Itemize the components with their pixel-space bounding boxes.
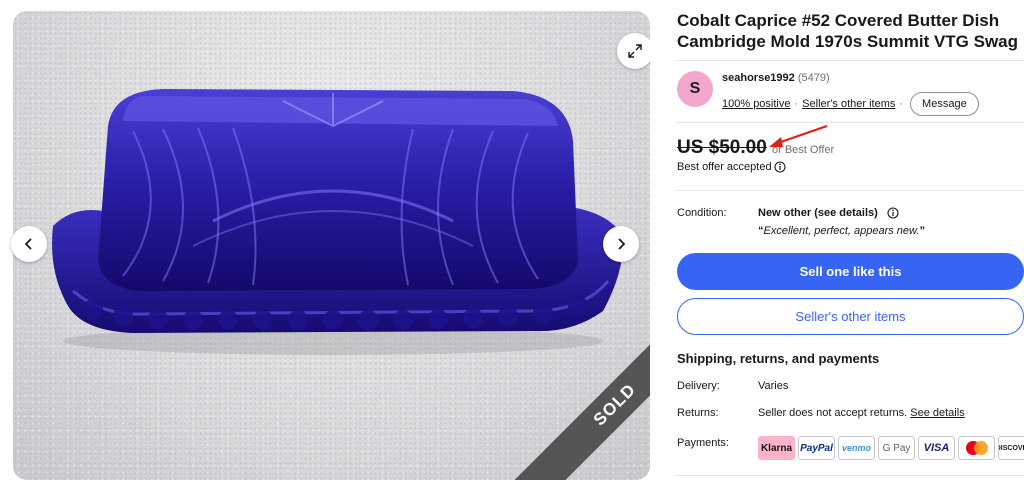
separator-dot: · xyxy=(899,98,904,110)
positive-feedback-link[interactable]: 100% positive xyxy=(722,98,791,110)
delivery-label: Delivery: xyxy=(677,380,720,392)
returns-label: Returns: xyxy=(677,407,719,419)
condition-quote: Excellent, perfect, appears new. xyxy=(763,225,920,237)
condition-label: Condition: xyxy=(677,207,727,219)
delivery-value: Varies xyxy=(758,380,789,392)
payment-methods: Klarna PayPal venmo G Pay VISA DISCOVER xyxy=(758,436,1024,460)
discover-icon: DISCOVER xyxy=(998,436,1024,460)
payments-label: Payments: xyxy=(677,437,729,449)
seller-name[interactable]: seahorse1992 xyxy=(722,72,795,84)
condition-quote-row: “Excellent, perfect, appears new.” xyxy=(758,225,925,237)
next-image-button[interactable] xyxy=(603,226,639,262)
divider xyxy=(677,190,1024,191)
condition-value: New other (see details) xyxy=(758,207,878,219)
google-pay-icon: G Pay xyxy=(878,436,915,460)
returns-value: Seller does not accept returns. xyxy=(758,407,908,419)
message-button[interactable]: Message xyxy=(910,92,979,116)
expand-button[interactable] xyxy=(617,33,650,69)
divider xyxy=(677,475,1024,476)
seller-other-items-button[interactable]: Seller's other items xyxy=(677,298,1024,335)
seller-links-row: 100% positive · Seller's other items · M… xyxy=(722,92,979,116)
mastercard-icon xyxy=(958,436,995,460)
listing-details: Cobalt Caprice #52 Covered Butter Dish C… xyxy=(677,0,1024,492)
klarna-icon: Klarna xyxy=(758,436,795,460)
product-photo[interactable]: SOLD xyxy=(13,11,650,480)
divider xyxy=(677,60,1024,61)
info-icon[interactable] xyxy=(887,207,899,219)
chevron-left-icon xyxy=(24,238,32,250)
quote-close: ” xyxy=(919,225,925,237)
chevron-right-icon xyxy=(618,238,626,250)
listing-title: Cobalt Caprice #52 Covered Butter Dish C… xyxy=(677,11,1019,51)
sell-one-like-this-button[interactable]: Sell one like this xyxy=(677,253,1024,290)
butter-dish-image xyxy=(52,89,624,355)
returns-value-row: Seller does not accept returns. See deta… xyxy=(758,407,965,419)
info-icon[interactable] xyxy=(774,161,786,173)
expand-icon xyxy=(628,44,642,58)
separator-dot: · xyxy=(794,98,799,110)
offer-status: Best offer accepted xyxy=(677,161,772,173)
paypal-icon: PayPal xyxy=(798,436,835,460)
annotation-arrow-icon xyxy=(769,124,828,147)
seller-feedback-count: (5479) xyxy=(797,72,830,84)
prev-image-button[interactable] xyxy=(11,226,47,262)
returns-details-link[interactable]: See details xyxy=(910,407,964,419)
venmo-icon: venmo xyxy=(838,436,875,460)
seller-other-items-link[interactable]: Seller's other items xyxy=(802,98,895,110)
divider xyxy=(677,122,1024,123)
price-amount: US $50.00 xyxy=(677,137,767,158)
shipping-heading: Shipping, returns, and payments xyxy=(677,351,880,366)
visa-icon: VISA xyxy=(918,436,955,460)
seller-avatar[interactable]: S xyxy=(677,71,713,107)
offer-status-row: Best offer accepted xyxy=(677,161,786,173)
condition-value-row: New other (see details) xyxy=(758,207,899,219)
seller-name-row: seahorse1992 (5479) xyxy=(722,72,830,84)
